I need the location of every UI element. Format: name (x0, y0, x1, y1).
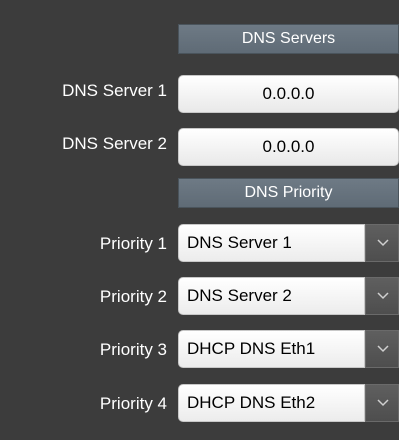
priority-2-label: Priority 2 (99, 287, 167, 306)
priority-3-dropdown-button[interactable] (365, 330, 399, 368)
priority-1-value[interactable]: DNS Server 1 (178, 224, 365, 262)
dns-servers-header: DNS Servers (178, 24, 399, 54)
chevron-down-icon (377, 292, 389, 300)
priority-4-value[interactable]: DHCP DNS Eth2 (178, 384, 365, 422)
priority-1-label: Priority 1 (99, 234, 167, 253)
priority-4-dropdown-button[interactable] (365, 384, 399, 422)
priority-3-select[interactable]: DHCP DNS Eth1 (178, 330, 399, 368)
priority-3-label: Priority 3 (99, 340, 167, 359)
dns-priority-header: DNS Priority (178, 178, 399, 208)
dns-server-2-input[interactable]: 0.0.0.0 (178, 128, 399, 166)
dns-server-1-label: DNS Server 1 (62, 81, 167, 100)
priority-2-value[interactable]: DNS Server 2 (178, 277, 365, 315)
priority-4-label: Priority 4 (99, 394, 167, 413)
dns-server-1-input[interactable]: 0.0.0.0 (178, 75, 399, 113)
priority-4-select[interactable]: DHCP DNS Eth2 (178, 384, 399, 422)
chevron-down-icon (377, 345, 389, 353)
priority-1-select[interactable]: DNS Server 1 (178, 224, 399, 262)
dns-settings-panel: DNS Servers DNS Server 1 0.0.0.0 DNS Ser… (0, 0, 399, 440)
priority-2-dropdown-button[interactable] (365, 277, 399, 315)
priority-1-dropdown-button[interactable] (365, 224, 399, 262)
priority-3-value[interactable]: DHCP DNS Eth1 (178, 330, 365, 368)
chevron-down-icon (377, 399, 389, 407)
priority-2-select[interactable]: DNS Server 2 (178, 277, 399, 315)
chevron-down-icon (377, 239, 389, 247)
dns-server-2-label: DNS Server 2 (62, 134, 167, 153)
